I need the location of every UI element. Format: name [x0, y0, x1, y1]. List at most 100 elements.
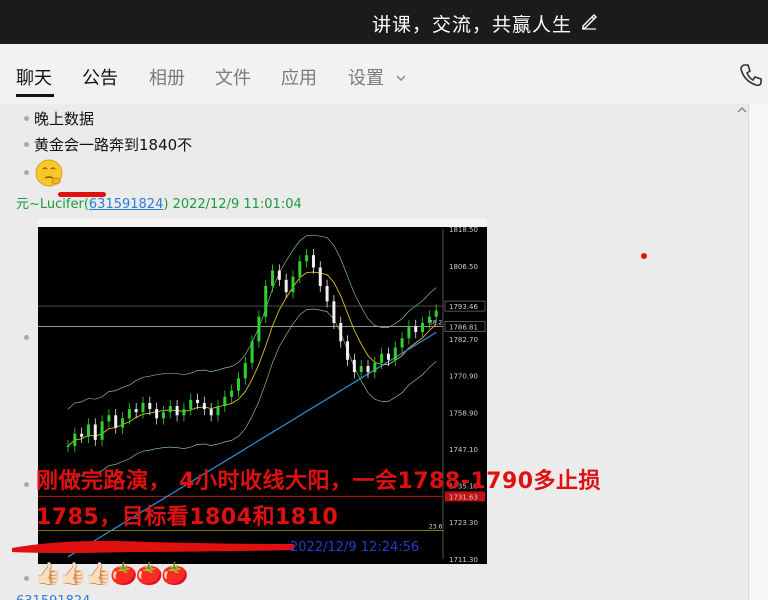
candle-body [100, 421, 104, 440]
candle-body [66, 446, 70, 448]
candle-body [73, 433, 77, 447]
candle-body [175, 406, 179, 416]
candle-body [277, 270, 281, 280]
candle-body [339, 322, 343, 342]
phone-icon[interactable] [738, 62, 764, 92]
candle-body [161, 412, 165, 419]
tab-files[interactable]: 文件 [215, 64, 251, 90]
candle-body [434, 310, 438, 317]
price-tick-label: 1806.50 [449, 263, 478, 271]
price-tick-label: 1786.81 [449, 324, 478, 332]
candle-body [352, 359, 356, 373]
message-bullet [24, 482, 29, 487]
candle-body [291, 276, 295, 293]
candle-body [298, 261, 302, 277]
price-tick-label: 1747.10 [449, 446, 478, 454]
fib-label: 38.2 [429, 320, 443, 327]
sender-time: ) 2022/12/9 11:01:04 [163, 197, 302, 212]
bollinger-upper [67, 234, 437, 410]
candle-body [80, 433, 84, 437]
tab-album[interactable]: 相册 [149, 64, 185, 90]
candle-body [325, 285, 329, 302]
candle-body [189, 399, 193, 410]
chevron-down-icon [396, 75, 406, 82]
candle-body [121, 418, 125, 428]
announcement-text-line-2: 1785，目标看1804和1810 [36, 505, 339, 530]
redaction-mark [12, 540, 294, 553]
group-title: 讲课，交流，共赢人生 [372, 14, 573, 36]
candle-body [380, 353, 384, 363]
chat-area[interactable]: 晚上数据 黄金会一路奔到1840不 元~Lucifer(631591824) 2… [0, 104, 748, 600]
price-tick-label: 1818.50 [449, 226, 478, 234]
tab-announcement[interactable]: 公告 [82, 64, 118, 90]
bollinger-lower [67, 308, 437, 484]
candle-body [209, 409, 213, 416]
candle-body [86, 424, 90, 437]
pencil-icon[interactable] [580, 12, 598, 34]
red-dot [641, 253, 647, 259]
message-bullet [24, 142, 29, 147]
next-sender-line: 631591824 [16, 594, 90, 600]
price-tick-label: 1711.30 [449, 556, 478, 564]
candle-body [168, 406, 172, 413]
fib-label: 23.6 [429, 524, 443, 531]
candle-body [114, 415, 118, 428]
candle-body [155, 409, 159, 419]
candle-body [318, 267, 322, 286]
price-tick-label: 1758.90 [449, 409, 478, 417]
candle-body [223, 396, 227, 407]
price-tick-label: 1793.46 [449, 303, 478, 311]
sender-name: 元~Lucifer( [16, 197, 89, 212]
sender-time: 2022/12/9 12:24:56 [290, 540, 420, 555]
candle-body [393, 347, 397, 360]
candle-body [359, 365, 363, 373]
candle-body [148, 402, 152, 410]
candle-body [373, 362, 377, 373]
price-tick-label: 1770.90 [449, 373, 478, 381]
candle-body [230, 390, 234, 397]
candle-body [305, 255, 309, 262]
candle-body [414, 325, 418, 333]
sender-qq-link[interactable]: 631591824 [89, 197, 163, 212]
candle-body [107, 415, 111, 422]
tab-apps[interactable]: 应用 [281, 64, 317, 90]
candle-body [134, 409, 138, 413]
candle-body [311, 255, 315, 268]
message-bullet [24, 170, 29, 175]
candle-body [271, 270, 275, 286]
tab-chat[interactable]: 聊天 [16, 64, 52, 90]
thinking-emoji-icon [34, 158, 64, 192]
tab-settings[interactable]: 设置 [348, 64, 406, 90]
scroll-up-icon[interactable] [736, 100, 748, 119]
candle-body [421, 322, 425, 333]
candle-body [407, 325, 411, 339]
window-titlebar: 讲课，交流，共赢人生 [0, 0, 768, 44]
candle-body [141, 402, 145, 413]
candle-body [243, 362, 247, 379]
message-bullet [24, 576, 29, 581]
next-sender-qq[interactable]: 631591824 [16, 594, 90, 600]
message-text: 晚上数据 [34, 110, 95, 128]
candle-body [93, 424, 97, 440]
sender-line: 元~Lucifer(631591824) 2022/12/9 11:01:04 [16, 193, 302, 212]
candle-body [236, 378, 240, 391]
candle-body [366, 365, 370, 373]
price-tick-label: 1782.70 [449, 336, 478, 344]
announcement-text-line-1: 刚做完路演， 4小时收线大阳，一会1788-1790多止损 [36, 469, 602, 494]
candle-body [332, 301, 336, 323]
candle-body [346, 341, 350, 360]
active-tab-indicator [16, 94, 54, 97]
candle-body [182, 409, 186, 416]
tab-settings-label: 设置 [348, 68, 384, 89]
candle-body [202, 402, 206, 410]
candle-body [257, 316, 261, 342]
candle-body [284, 279, 288, 293]
message-text: 黄金会一路奔到1840不 [34, 136, 193, 154]
emoji-message: 👍🏻👍🏻👍🏻🍅🍅🍅 [34, 562, 188, 587]
candle-body [400, 338, 404, 348]
message-bullet [24, 335, 29, 340]
message-bullet [24, 116, 29, 121]
right-side-panel [748, 104, 768, 600]
candle-body [250, 341, 254, 363]
candle-body [386, 353, 390, 360]
